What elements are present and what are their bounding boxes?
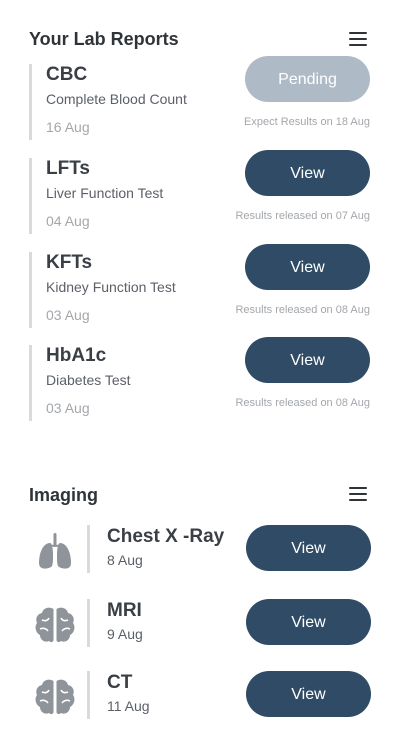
lab-report-code: LFTs — [46, 158, 90, 179]
results-note: Results released on 07 Aug — [235, 210, 370, 222]
results-note: Results released on 08 Aug — [235, 304, 370, 316]
lab-report-name: Diabetes Test — [46, 372, 131, 388]
imaging-name: Chest X -Ray — [107, 526, 225, 547]
view-button[interactable]: View — [246, 525, 371, 571]
lab-report-code: HbA1c — [46, 345, 107, 366]
imaging-title: Imaging — [29, 485, 99, 505]
imaging-date: 8 Aug — [107, 552, 143, 568]
card-divider — [29, 158, 32, 234]
lab-report-name: Liver Function Test — [46, 185, 164, 201]
lab-report-card-hba1c: HbA1c Diabetes Test 03 Aug View Results … — [29, 337, 374, 423]
lab-reports-menu-icon[interactable] — [349, 32, 367, 46]
imaging-date: 11 Aug — [107, 698, 150, 714]
imaging-name: CT — [107, 672, 133, 693]
results-note: Expect Results on 18 Aug — [244, 116, 370, 128]
row-divider — [87, 599, 90, 647]
card-divider — [29, 252, 32, 328]
lab-report-name: Complete Blood Count — [46, 91, 187, 107]
lab-report-code: KFTs — [46, 252, 93, 273]
lab-report-code: CBC — [46, 64, 88, 85]
view-button[interactable]: View — [245, 244, 370, 290]
imaging-date: 9 Aug — [107, 626, 143, 642]
view-button[interactable]: View — [245, 150, 370, 196]
results-note: Results released on 08 Aug — [235, 397, 370, 409]
view-button[interactable]: View — [246, 599, 371, 645]
lab-reports-title: Your Lab Reports — [29, 29, 179, 49]
lungs-icon — [39, 533, 71, 569]
lab-report-date: 16 Aug — [46, 119, 90, 135]
lab-report-card-kfts: KFTs Kidney Function Test 03 Aug View Re… — [29, 244, 374, 330]
lab-report-date: 03 Aug — [46, 307, 90, 323]
row-divider — [87, 525, 90, 573]
imaging-menu-icon[interactable] — [349, 487, 367, 501]
imaging-row-ct: CT 11 Aug View — [29, 671, 374, 723]
lab-report-card-lfts: LFTs Liver Function Test 04 Aug View Res… — [29, 150, 374, 236]
view-button[interactable]: View — [245, 337, 370, 383]
brain-icon — [35, 607, 75, 643]
brain-icon — [35, 679, 75, 715]
lab-report-card-cbc: CBC Complete Blood Count 16 Aug Pending … — [29, 56, 374, 142]
view-button[interactable]: View — [246, 671, 371, 717]
imaging-row-mri: MRI 9 Aug View — [29, 599, 374, 651]
card-divider — [29, 345, 32, 421]
pending-button[interactable]: Pending — [245, 56, 370, 102]
lab-report-name: Kidney Function Test — [46, 279, 176, 295]
card-divider — [29, 64, 32, 140]
lab-report-date: 03 Aug — [46, 400, 90, 416]
row-divider — [87, 671, 90, 719]
imaging-name: MRI — [107, 600, 142, 621]
imaging-row-chest-xray: Chest X -Ray 8 Aug View — [29, 525, 374, 577]
lab-report-date: 04 Aug — [46, 213, 90, 229]
